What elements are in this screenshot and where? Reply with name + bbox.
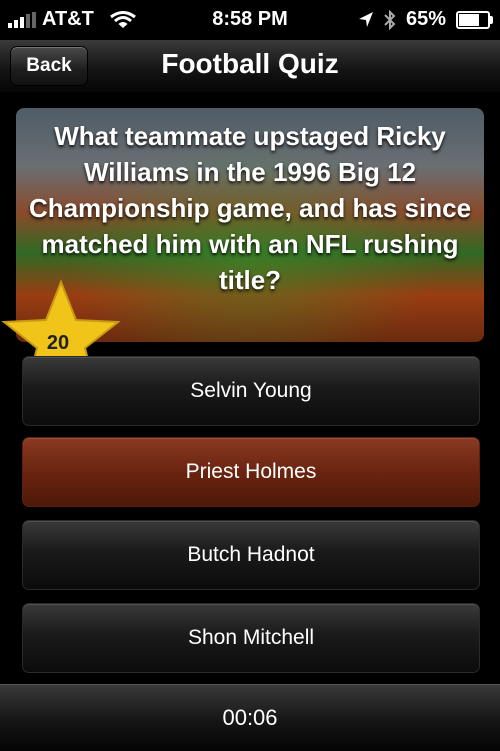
battery-icon: [456, 10, 493, 29]
answer-label: Selvin Young: [190, 379, 312, 402]
points-value: 20: [46, 332, 70, 354]
question-text: What teammate upstaged Ricky Williams in…: [28, 121, 472, 295]
status-bar: AT&T 8:58 PM 65%: [0, 0, 500, 40]
answer-option-3[interactable]: Butch Hadnot: [22, 520, 480, 590]
timer-bar: 00:06: [0, 684, 500, 751]
location-arrow-icon: [358, 11, 373, 27]
answer-label: Butch Hadnot: [187, 543, 315, 566]
answer-label: Shon Mitchell: [187, 626, 315, 649]
page-title: Football Quiz: [161, 48, 339, 79]
answer-option-2[interactable]: Priest Holmes: [22, 437, 480, 507]
navigation-bar: Back Football Quiz: [0, 40, 500, 93]
answer-option-4[interactable]: Shon Mitchell: [22, 603, 480, 673]
answer-option-1[interactable]: Selvin Young: [22, 356, 480, 426]
timer-value: 00:06: [222, 705, 278, 730]
bluetooth-icon: [384, 9, 396, 30]
battery-fill: [459, 13, 479, 26]
answer-label: Priest Holmes: [185, 460, 317, 483]
battery-percent: 65%: [405, 8, 446, 30]
